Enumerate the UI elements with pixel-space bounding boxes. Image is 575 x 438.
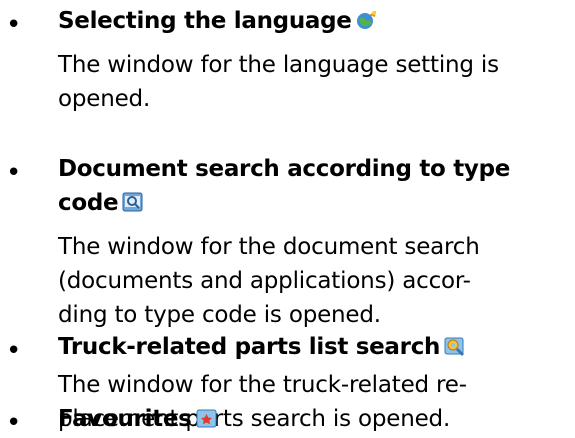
document-search-icon	[122, 191, 144, 213]
item-title-text: Favourites	[58, 406, 192, 432]
item-title: Selecting the language	[58, 4, 558, 38]
bullet: •	[6, 408, 22, 438]
bullet: •	[6, 10, 22, 40]
bullet: •	[6, 158, 22, 188]
description-line: The window for the language setting is	[58, 52, 499, 78]
description-line: The window for the truck-related re-	[58, 372, 467, 398]
bullet: •	[6, 336, 22, 366]
parts-search-icon	[444, 335, 466, 357]
item-title-line: Document search according to type	[58, 156, 511, 182]
item-description: The window for the language setting is o…	[58, 48, 563, 116]
item-title: Favourites	[58, 402, 558, 436]
item-title-text: Selecting the language	[58, 8, 352, 34]
favourites-icon	[196, 407, 218, 429]
item-title: Truck-related parts list search	[58, 330, 558, 364]
item-title-text: Truck-related parts list search	[58, 334, 441, 360]
description-line: ding to type code is opened.	[58, 302, 381, 328]
language-globe-icon	[356, 9, 378, 31]
item-title: Document search according to type code	[58, 152, 558, 220]
item-title-line: code	[58, 186, 558, 220]
description-line: opened.	[58, 86, 151, 112]
description-line: The window for the document search	[58, 234, 480, 260]
item-title-text: code	[58, 190, 119, 216]
item-description: The window for the document search (docu…	[58, 230, 563, 332]
description-line: (documents and applications) accor-	[58, 268, 471, 294]
